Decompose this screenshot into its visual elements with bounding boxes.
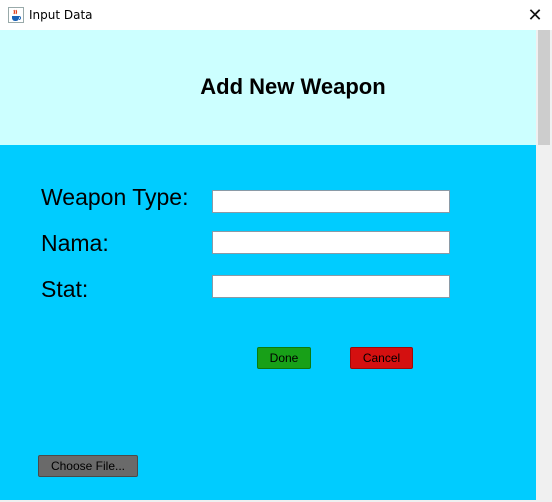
java-coffee-icon bbox=[8, 7, 24, 23]
cancel-button[interactable]: Cancel bbox=[350, 347, 413, 369]
nama-input[interactable] bbox=[212, 231, 450, 254]
header-panel: Add New Weapon bbox=[0, 30, 536, 145]
close-icon: ✕ bbox=[527, 4, 543, 26]
vertical-scrollbar[interactable] bbox=[536, 30, 552, 502]
close-button[interactable]: ✕ bbox=[518, 0, 552, 30]
stat-label: Stat: bbox=[41, 276, 89, 302]
form-panel: Weapon Type: Nama: Stat: Done Cancel Cho… bbox=[0, 145, 536, 500]
stat-input[interactable] bbox=[212, 275, 450, 298]
weapon-type-label: Weapon Type: bbox=[41, 184, 189, 210]
done-button[interactable]: Done bbox=[257, 347, 311, 369]
choose-file-button[interactable]: Choose File... bbox=[38, 455, 138, 477]
scrollbar-thumb[interactable] bbox=[538, 30, 550, 145]
window-title: Input Data bbox=[29, 8, 93, 22]
page-title: Add New Weapon bbox=[200, 74, 386, 99]
weapon-type-input[interactable] bbox=[212, 190, 450, 213]
title-bar: Input Data ✕ bbox=[0, 0, 552, 30]
nama-label: Nama: bbox=[41, 230, 109, 256]
